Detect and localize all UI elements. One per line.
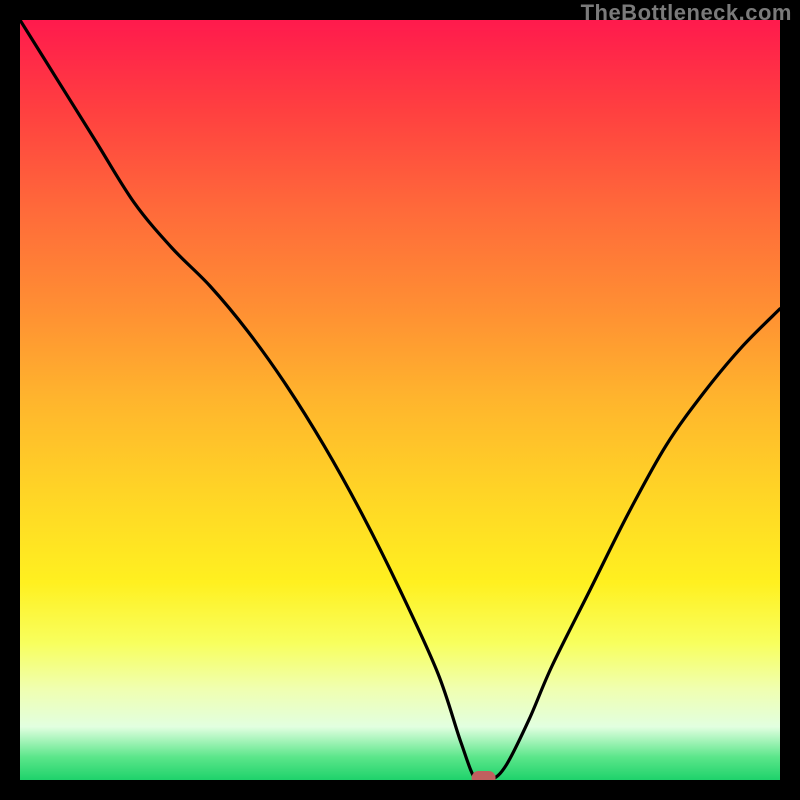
optimal-marker [472, 771, 496, 780]
chart-frame: TheBottleneck.com [0, 0, 800, 800]
curve-svg [20, 20, 780, 780]
plot-area [20, 20, 780, 780]
bottleneck-curve [20, 20, 780, 780]
